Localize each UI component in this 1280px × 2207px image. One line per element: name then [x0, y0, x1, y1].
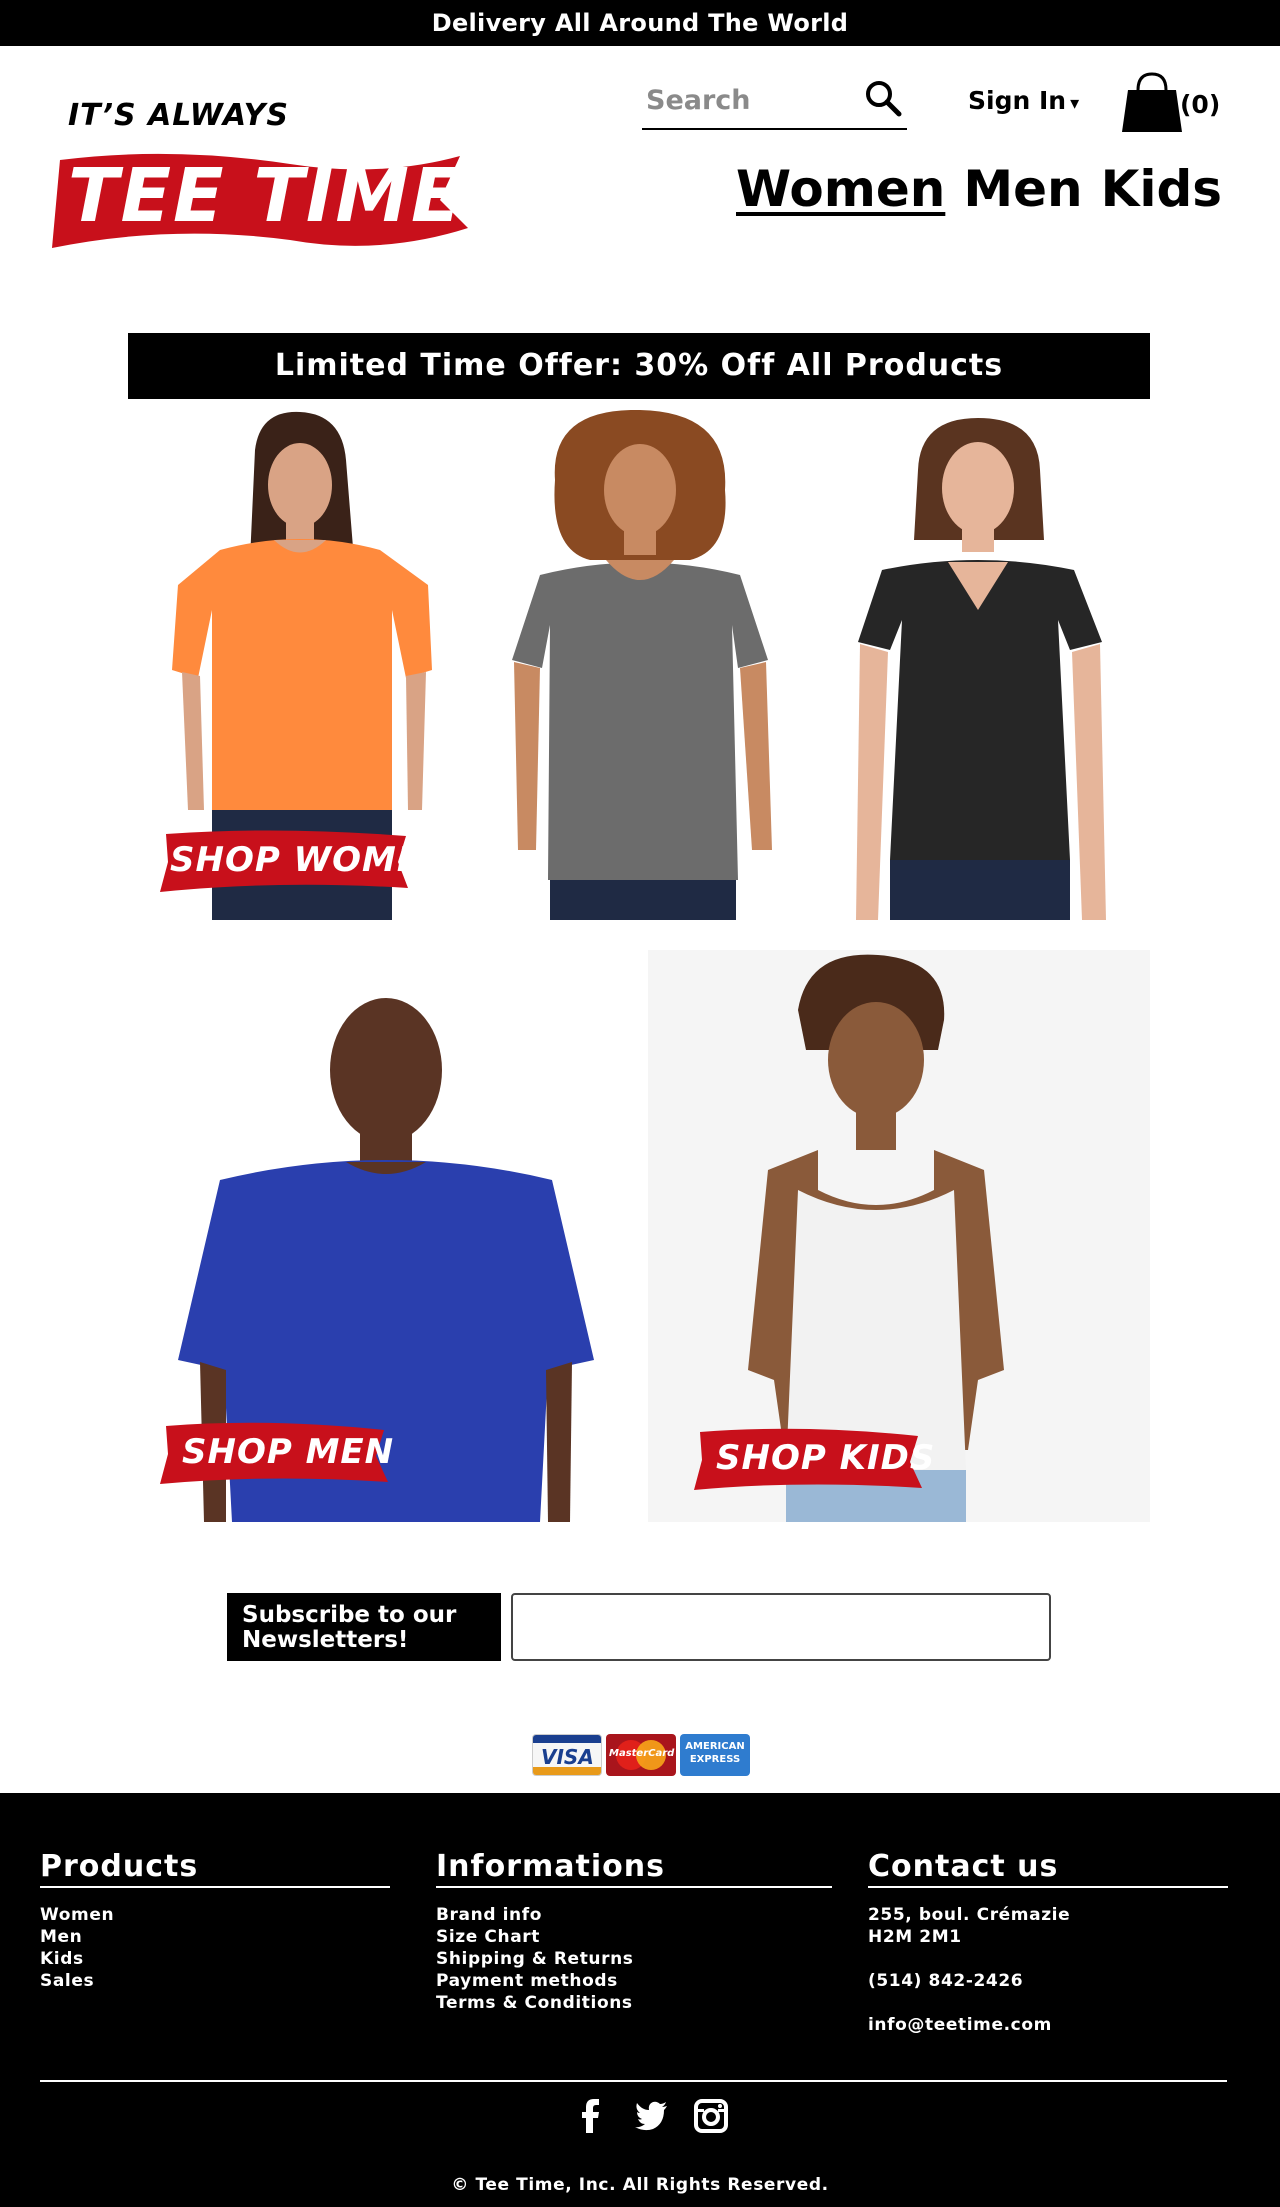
facebook-icon[interactable]	[574, 2099, 608, 2133]
footer-link-brand-info[interactable]: Brand info	[436, 1904, 832, 1926]
contact-address-line1: 255, boul. Crémazie	[868, 1905, 1071, 1925]
footer-products: Products Women Men Kids Sales	[40, 1849, 390, 1992]
contact-address-line2: H2M 2M1	[868, 1927, 962, 1947]
footer-products-title: Products	[40, 1849, 390, 1888]
footer-contact: Contact us 255, boul. Crémazie H2M 2M1 (…	[868, 1849, 1228, 2036]
footer-link-payment-methods[interactable]: Payment methods	[436, 1970, 832, 1992]
newsletter-label-line1: Subscribe to our	[242, 1602, 457, 1628]
visa-card-icon: VISA	[532, 1734, 602, 1776]
logo-title: TEE TIME	[68, 153, 464, 239]
nav-kids[interactable]: Kids	[1101, 160, 1222, 218]
amex-card-icon: AMERICAN EXPRESS	[680, 1734, 750, 1776]
logo-tagline: IT’S ALWAYS	[68, 98, 289, 133]
footer-link-men[interactable]: Men	[40, 1926, 390, 1948]
footer-link-size-chart[interactable]: Size Chart	[436, 1926, 832, 1948]
contact-spacer	[868, 1992, 1228, 2014]
main-nav: Women Men Kids	[736, 160, 1222, 218]
contact-email[interactable]: info@teetime.com	[868, 2014, 1228, 2036]
search-box	[642, 72, 907, 130]
promo-banner[interactable]: Limited Time Offer: 30% Off All Products	[128, 333, 1150, 399]
newsletter-label: Subscribe to our Newsletters!	[227, 1593, 501, 1661]
copyright: © Tee Time, Inc. All Rights Reserved.	[451, 2175, 829, 2195]
shop-men-badge[interactable]: SHOP MEN	[158, 1420, 393, 1492]
shopping-bag-icon[interactable]	[1120, 72, 1184, 134]
product-image-women-grey[interactable]	[510, 410, 780, 920]
shop-women-label: SHOP WOMEN	[170, 840, 451, 880]
footer-link-sales[interactable]: Sales	[40, 1970, 390, 1992]
footer-link-women[interactable]: Women	[40, 1904, 390, 1926]
contact-spacer	[868, 1948, 1228, 1970]
shop-men-label: SHOP MEN	[182, 1432, 395, 1472]
footer-informations-title: Informations	[436, 1849, 832, 1888]
promo-text: Limited Time Offer: 30% Off All Products	[274, 348, 1004, 383]
nav-men[interactable]: Men	[963, 160, 1082, 218]
product-image-women-black[interactable]	[848, 410, 1112, 920]
footer-contact-title: Contact us	[868, 1849, 1228, 1888]
sign-in-menu[interactable]: Sign In ▾	[968, 86, 1079, 115]
search-input[interactable]	[646, 80, 846, 120]
delivery-text: Delivery All Around The World	[431, 9, 849, 37]
amex-label: AMERICAN EXPRESS	[685, 1741, 745, 1765]
site-footer: Products Women Men Kids Sales Informatio…	[0, 1793, 1280, 2207]
social-links	[574, 2099, 728, 2133]
nav-women[interactable]: Women	[736, 160, 945, 218]
chevron-down-icon: ▾	[1070, 93, 1080, 114]
delivery-banner: Delivery All Around The World	[0, 0, 1280, 46]
sign-in-label: Sign In	[968, 86, 1067, 115]
payment-methods: VISA MasterCard AMERICAN EXPRESS	[532, 1734, 750, 1776]
instagram-icon[interactable]	[694, 2099, 728, 2133]
cart-count[interactable]: (0)	[1180, 90, 1220, 119]
footer-link-terms[interactable]: Terms & Conditions	[436, 1992, 832, 2014]
newsletter-label-line2: Newsletters!	[242, 1627, 409, 1653]
twitter-icon[interactable]	[634, 2099, 668, 2133]
shop-kids-label: SHOP KIDS	[716, 1438, 936, 1478]
shop-women-badge[interactable]: SHOP WOMEN	[158, 828, 450, 900]
search-icon[interactable]	[863, 78, 903, 118]
footer-link-shipping-returns[interactable]: Shipping & Returns	[436, 1948, 832, 1970]
contact-phone[interactable]: (514) 842-2426	[868, 1970, 1228, 1992]
mastercard-label: MasterCard	[609, 1748, 675, 1759]
footer-divider	[40, 2080, 1227, 2082]
shop-kids-badge[interactable]: SHOP KIDS	[692, 1426, 934, 1498]
newsletter-email-input[interactable]	[511, 1593, 1051, 1661]
site-logo[interactable]: IT’S ALWAYS TEE TIME	[50, 98, 480, 263]
footer-link-kids[interactable]: Kids	[40, 1948, 390, 1970]
visa-label: VISA	[541, 1745, 594, 1769]
mastercard-card-icon: MasterCard	[606, 1734, 676, 1776]
footer-informations: Informations Brand info Size Chart Shipp…	[436, 1849, 832, 2014]
